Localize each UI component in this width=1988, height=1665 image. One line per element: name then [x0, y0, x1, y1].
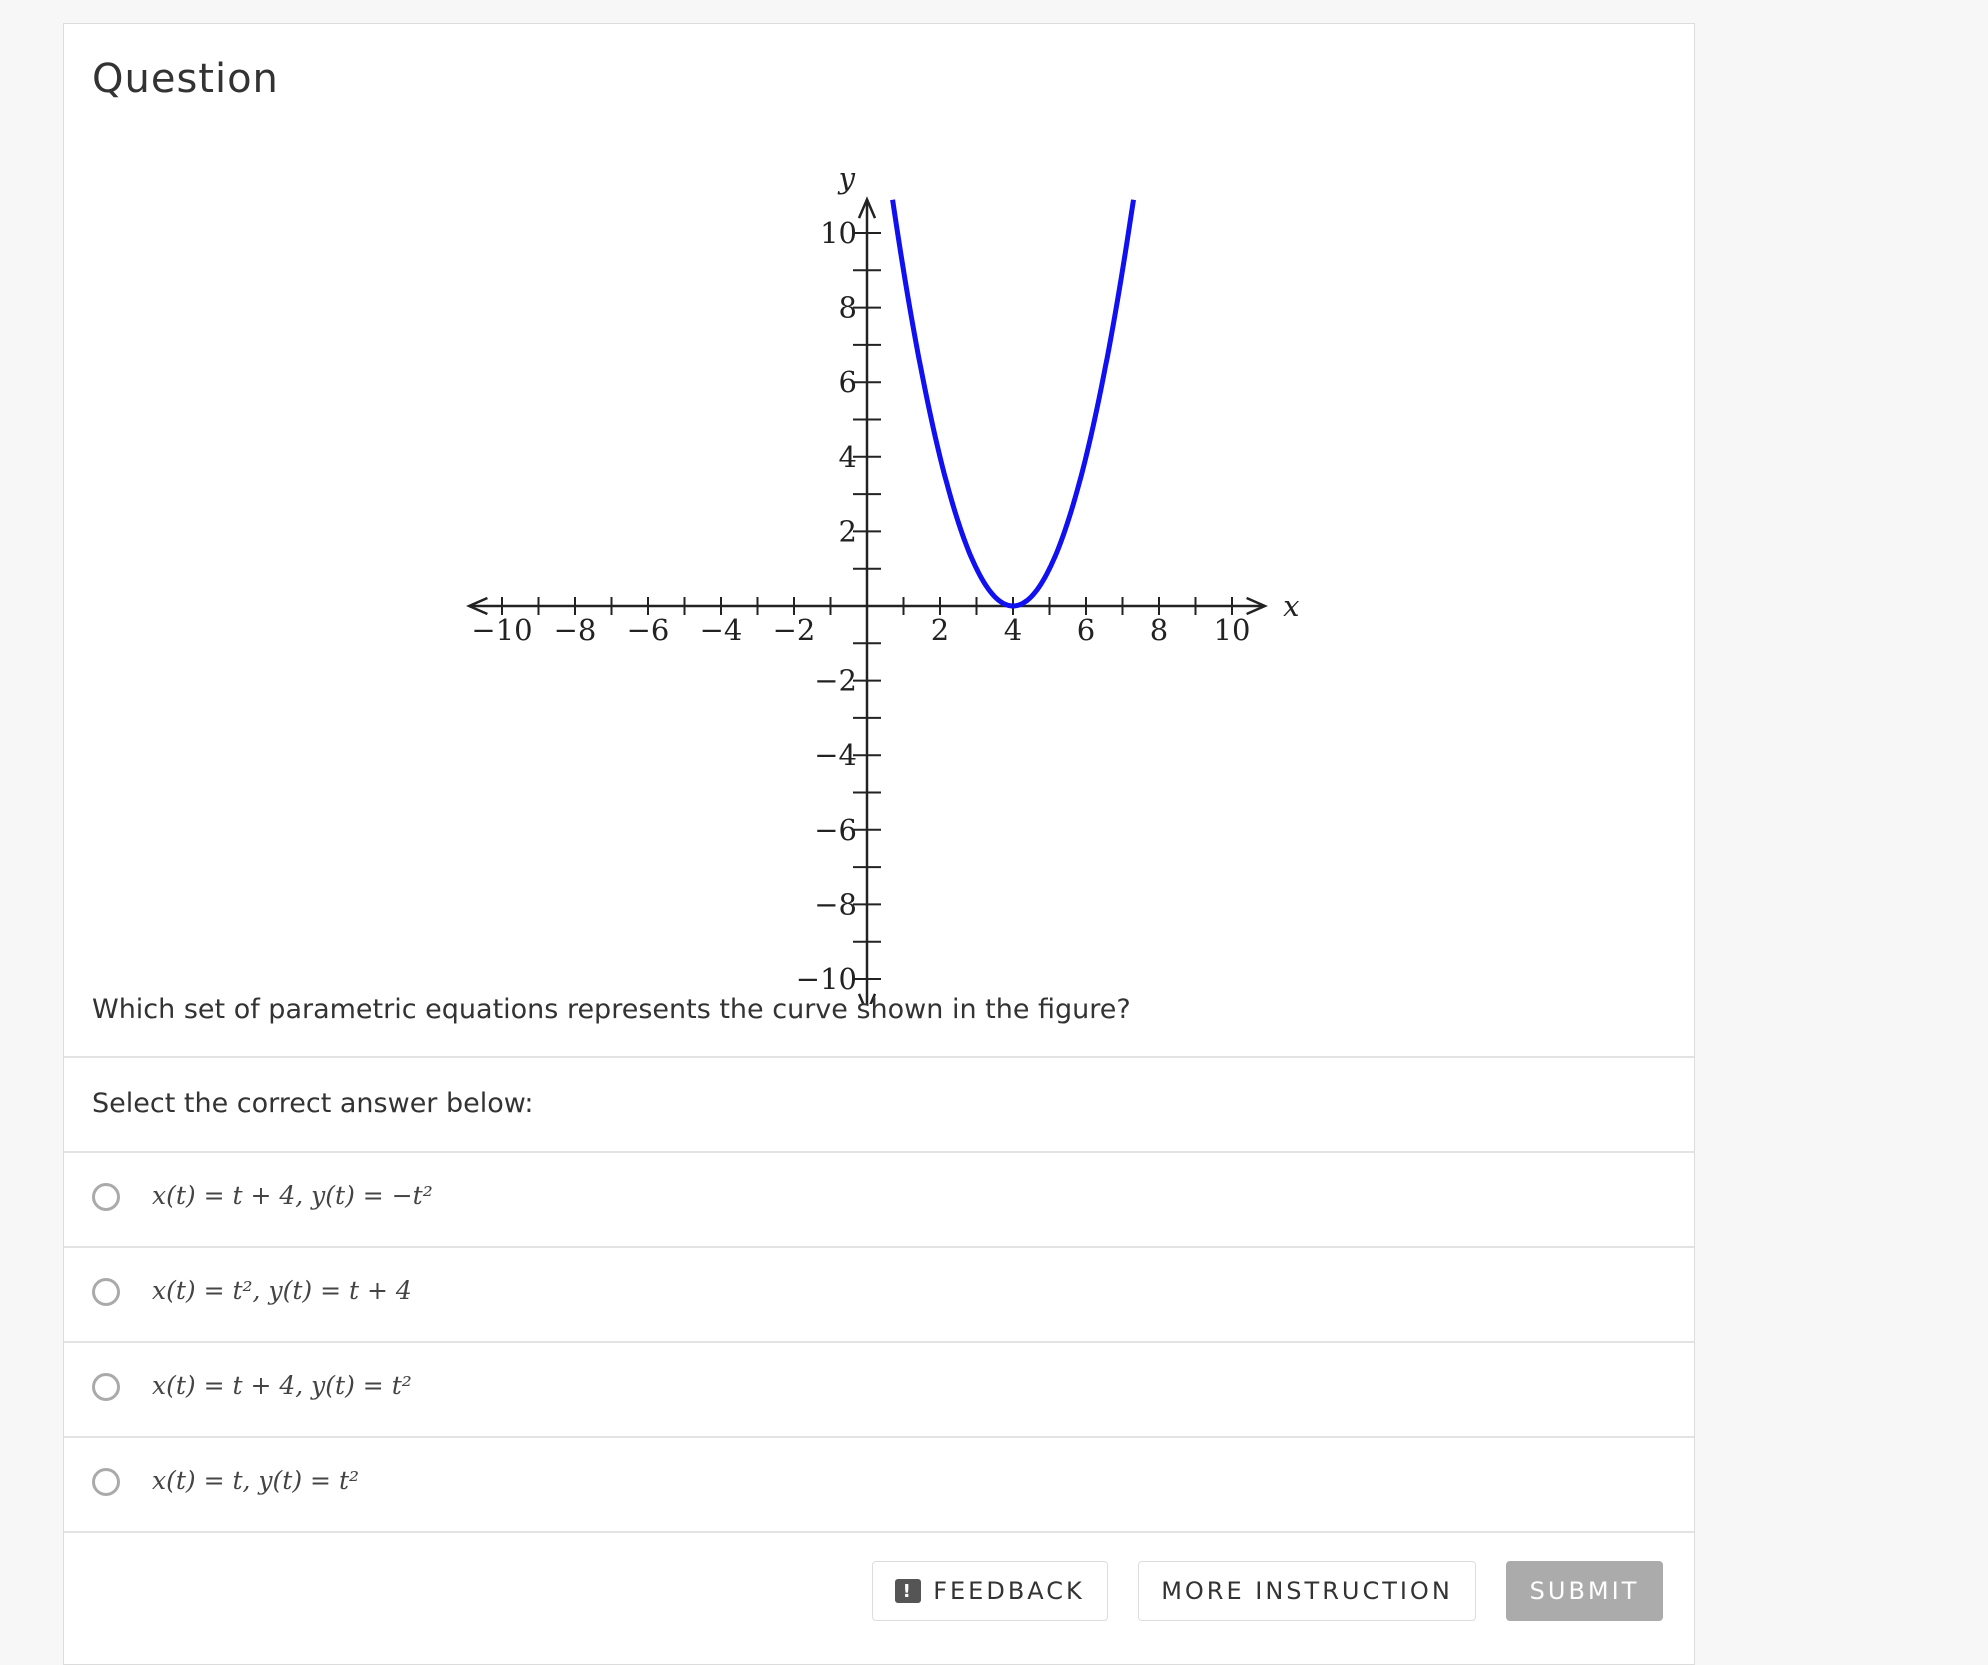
- x-tick-label: 10: [1214, 613, 1251, 647]
- x-tick-label: −4: [700, 613, 743, 647]
- select-label: Select the correct answer below:: [92, 1088, 534, 1119]
- y-tick-label: 8: [839, 291, 857, 325]
- y-tick-label: 4: [839, 440, 857, 474]
- answer-option-2[interactable]: x(t) = t², y(t) = t + 4: [64, 1248, 1694, 1341]
- option-label: x(t) = t, y(t) = t²: [152, 1466, 360, 1495]
- y-tick-label: 2: [839, 514, 857, 548]
- option-label: x(t) = t², y(t) = t + 4: [152, 1276, 412, 1305]
- y-tick-label: 6: [839, 365, 857, 399]
- x-axis-label: x: [1283, 589, 1299, 623]
- feedback-button[interactable]: ! FEEDBACK: [872, 1561, 1108, 1621]
- more-instruction-button[interactable]: MORE INSTRUCTION: [1138, 1561, 1476, 1621]
- answer-option-4[interactable]: x(t) = t, y(t) = t²: [64, 1438, 1694, 1531]
- option-label: x(t) = t + 4, y(t) = −t²: [152, 1181, 433, 1210]
- submit-button[interactable]: SUBMIT: [1506, 1561, 1663, 1621]
- y-axis-label: y: [837, 161, 856, 195]
- x-tick-label: −8: [554, 613, 597, 647]
- y-tick-label: −6: [814, 813, 857, 847]
- x-tick-label: −10: [471, 613, 532, 647]
- x-tick-label: 8: [1150, 613, 1168, 647]
- parabola-curve: [890, 199, 1136, 609]
- y-tick-label: 10: [820, 216, 857, 250]
- x-tick-label: −6: [627, 613, 670, 647]
- parabola-graph: −10 −8 −6 −4 −2 2 4 6 8 10 10 8 6 4 2 −2 −4 −6 −8 −10 x y: [466, 161, 1299, 1004]
- y-tick-label: −4: [814, 738, 857, 772]
- radio-button[interactable]: [92, 1373, 120, 1401]
- radio-button[interactable]: [92, 1278, 120, 1306]
- question-card: Question −10 −8 −6 −4 −2 2 4 6 8 10 10 8 6 4 2 −2 −4 −6 −8…: [63, 23, 1695, 1665]
- y-tick-label: −8: [814, 887, 857, 921]
- more-instruction-label: MORE INSTRUCTION: [1161, 1577, 1453, 1605]
- x-tick-label: 2: [931, 613, 949, 647]
- y-tick-label: −10: [796, 962, 857, 996]
- question-title: Question: [92, 56, 279, 102]
- answer-option-1[interactable]: x(t) = t + 4, y(t) = −t²: [64, 1153, 1694, 1246]
- divider: [64, 1056, 1694, 1058]
- feedback-label: FEEDBACK: [933, 1577, 1085, 1605]
- radio-button[interactable]: [92, 1468, 120, 1496]
- x-tick-label: 4: [1004, 613, 1022, 647]
- radio-button[interactable]: [92, 1183, 120, 1211]
- answer-option-3[interactable]: x(t) = t + 4, y(t) = t²: [64, 1343, 1694, 1436]
- y-tick-label: −2: [814, 664, 857, 698]
- x-tick-label: −2: [773, 613, 816, 647]
- question-prompt: Which set of parametric equations repres…: [92, 994, 1131, 1025]
- divider: [64, 1531, 1694, 1533]
- submit-label: SUBMIT: [1529, 1577, 1640, 1605]
- feedback-icon: !: [895, 1579, 922, 1603]
- option-label: x(t) = t + 4, y(t) = t²: [152, 1371, 412, 1400]
- x-tick-label: 6: [1077, 613, 1095, 647]
